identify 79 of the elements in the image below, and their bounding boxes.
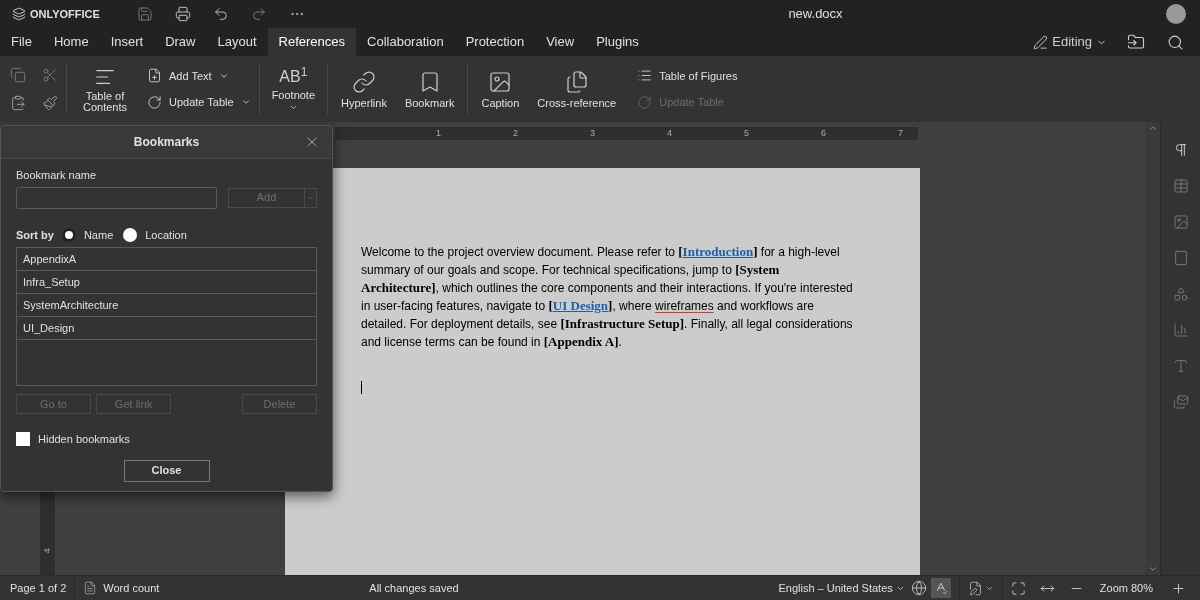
- text-cursor: [361, 381, 362, 394]
- refresh-icon: [637, 94, 653, 110]
- menu-tab[interactable]: View: [535, 28, 586, 56]
- pencil-icon: [1033, 34, 1049, 50]
- zoom-level[interactable]: Zoom 80%: [1099, 579, 1153, 597]
- word-count-button[interactable]: Word count: [83, 579, 160, 597]
- zoom-in-icon[interactable]: [1171, 580, 1186, 596]
- menu-tab[interactable]: Plugins: [585, 28, 650, 56]
- fit-page-icon[interactable]: [1010, 580, 1026, 596]
- menu-tab[interactable]: Insert: [99, 28, 155, 56]
- logo-icon: [12, 7, 26, 21]
- redo-icon[interactable]: [251, 6, 267, 22]
- horizontal-ruler: 1 2 3 4 5 6 7: [335, 127, 918, 140]
- stacked-pages-icon: [564, 69, 589, 94]
- menu-tab[interactable]: Protection: [454, 28, 536, 56]
- menu-tab[interactable]: Draw: [154, 28, 207, 56]
- sort-radio[interactable]: Name: [61, 226, 114, 243]
- editing-mode-button[interactable]: Editing: [1033, 28, 1107, 56]
- page-icon[interactable]: [1172, 250, 1189, 266]
- table-of-figures-button[interactable]: Table of Figures: [637, 67, 738, 84]
- refresh-icon: [147, 94, 162, 110]
- table-icon[interactable]: [1172, 178, 1189, 194]
- cut-icon[interactable]: [42, 67, 58, 83]
- footnote-button[interactable]: AB$^{1}$ Footnote: [267, 56, 320, 122]
- document-paragraph: Welcome to the project overview document. Please refer to [Introduction] for a high-level summary of our goals and scope. For technical specifications, jump to [System Architecture], which outlines the core components and their interactions. If you're interested in user-facing features, navigate to [UI Design], where wireframes and workflows are detailed. For deployment details, see [Infrastructure Setup]. Finally, all legal considerations and license terms can be found in [Appendix A].: [361, 243, 853, 351]
- cross-reference-button[interactable]: Cross-reference: [532, 56, 622, 122]
- menu-tab[interactable]: File: [0, 28, 43, 56]
- save-icon[interactable]: [137, 6, 153, 22]
- scroll-bar[interactable]: [1145, 122, 1160, 575]
- print-icon[interactable]: [175, 6, 191, 22]
- scroll-down-icon[interactable]: [1147, 564, 1158, 574]
- paste-icon[interactable]: [10, 95, 26, 111]
- bookmark-item[interactable]: SystemArchitecture: [17, 294, 316, 317]
- bookmark-name-field[interactable]: [16, 186, 217, 209]
- shapes-icon[interactable]: [1172, 286, 1189, 302]
- spellcheck-toggle[interactable]: [930, 578, 951, 598]
- menu-tab[interactable]: References: [267, 28, 357, 56]
- pencil-page-icon: [967, 580, 983, 596]
- list-icon: [637, 68, 653, 84]
- sort-radio[interactable]: Location: [123, 226, 187, 243]
- bookmark-link[interactable]: UI Design: [552, 298, 609, 313]
- caption-button[interactable]: Caption: [476, 56, 525, 122]
- undo-icon[interactable]: [213, 6, 229, 22]
- document-icon: [83, 581, 98, 595]
- image-icon[interactable]: [1172, 214, 1189, 230]
- checkbox[interactable]: [16, 432, 30, 447]
- menu-tab[interactable]: Home: [42, 28, 100, 56]
- dialog-title: Bookmarks: [133, 134, 200, 151]
- globe-icon[interactable]: [910, 580, 927, 596]
- mail-merge-icon[interactable]: [1172, 394, 1189, 410]
- bookmark-item[interactable]: UI_Design: [17, 317, 316, 340]
- update-table-button[interactable]: Update Table: [147, 94, 251, 111]
- chain-link-icon: [351, 69, 376, 94]
- close-button[interactable]: Close: [123, 459, 210, 482]
- app-logo: ONLYOFFICE: [30, 6, 100, 22]
- format-painter-icon[interactable]: [42, 95, 58, 111]
- language-button[interactable]: English – United States: [778, 579, 905, 597]
- chart-icon[interactable]: [1172, 322, 1189, 338]
- hyperlink-button[interactable]: Hyperlink: [336, 56, 392, 122]
- avatar[interactable]: [1166, 4, 1186, 24]
- menu-tab[interactable]: Layout: [206, 28, 268, 56]
- bookmark-link[interactable]: Introduction: [682, 244, 754, 259]
- bookmark-item[interactable]: Infra_Setup: [17, 271, 316, 294]
- track-changes-button[interactable]: [967, 580, 994, 596]
- copy-icon[interactable]: [10, 67, 26, 83]
- folder-arrow-icon[interactable]: [1127, 33, 1145, 51]
- search-icon[interactable]: [1167, 33, 1184, 51]
- text-art-icon[interactable]: [1172, 358, 1189, 374]
- bookmark-item[interactable]: AppendixA: [17, 248, 316, 271]
- framed-picture-icon: [488, 69, 513, 94]
- add-text-button[interactable]: Add Text: [147, 67, 251, 84]
- scroll-up-icon[interactable]: [1147, 123, 1158, 133]
- menu-tab[interactable]: Collaboration: [356, 28, 455, 56]
- page-indicator[interactable]: Page 1 of 2: [10, 579, 67, 597]
- document-title: new.docx: [788, 5, 843, 24]
- table-of-contents-button[interactable]: Table of Contents: [75, 56, 135, 122]
- save-status: All changes saved: [369, 580, 459, 596]
- bookmark-button[interactable]: Bookmark: [399, 56, 460, 122]
- page-plus-icon: [147, 68, 162, 84]
